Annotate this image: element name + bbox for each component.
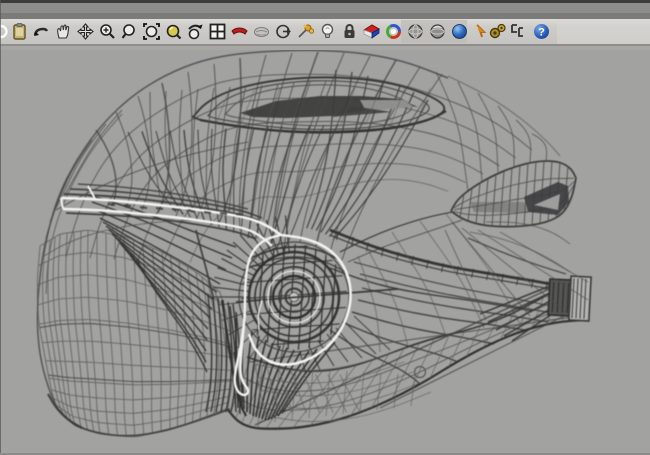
svg-text:?: ? bbox=[538, 27, 545, 39]
